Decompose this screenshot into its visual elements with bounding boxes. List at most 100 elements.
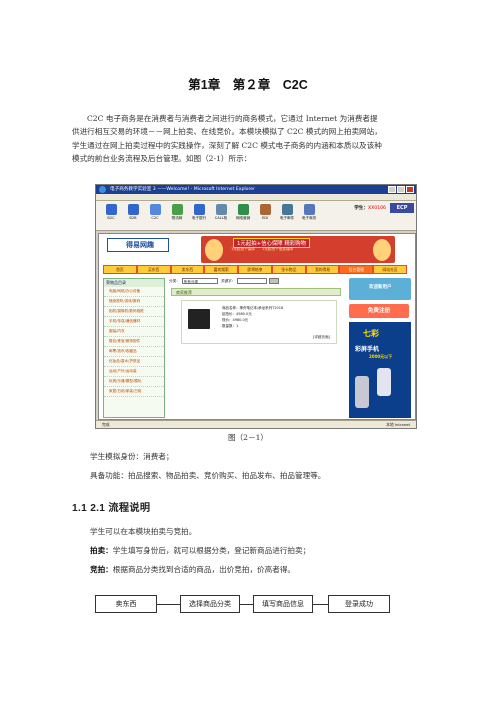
sidebar-category-link[interactable]: 邮票/钱币/收藏品 (104, 347, 164, 357)
site-logo: 得易网趣 (107, 238, 169, 252)
toolbar-item[interactable]: 电子商务 (300, 204, 318, 221)
intro-line: 模式的前台业务流程及后台管理。如图（2-1）所示： (72, 153, 252, 163)
sidebar-category-link[interactable]: 运动/户外/运动装 (104, 367, 164, 377)
sidebar-category-link[interactable]: 服装/内衣 (104, 327, 164, 337)
browser-title-bar: 电子商务教学实验室 3 ——Welcome! - Microsoft Inter… (96, 185, 416, 194)
module-icon (193, 204, 205, 215)
keyword-input[interactable] (237, 278, 268, 284)
module-icon (281, 204, 293, 215)
product-card[interactable]: 商品名称：神舟笔记本/承龙系列T2018 起拍价：4980.0元 现价：4980… (181, 300, 337, 344)
student-info: 学生：XX0106 (354, 205, 386, 211)
category-sidebar: 荣物品目录 电脑/网络/办公设备 随身视听/游戏/数码 相机/摄像机/数码相框 手机/… (103, 278, 165, 418)
ad-title: 七彩 (363, 329, 379, 338)
chapter-title: 第1章 第２章 C2C (188, 78, 308, 92)
ad-price: 2000元以下 (369, 354, 393, 359)
flow-step-category: 选择商品分类 (180, 595, 240, 613)
toolbar-item[interactable]: 电子银行 (190, 204, 208, 221)
role-line: 学生模拟身份：消费者； (90, 452, 174, 461)
sidebar-category-link[interactable]: 家居/日用/家装/日用 (104, 387, 164, 397)
nav-tab[interactable]: 嘉宾搜索 (205, 266, 238, 273)
toolbar-item[interactable]: 物流网 (168, 204, 186, 221)
module-icon (215, 204, 227, 215)
section-heading: 1.1 2.1 流程说明 (72, 503, 151, 514)
sidebar-category-link[interactable]: 鞋包/珠宝/服饰配件 (104, 337, 164, 347)
sidebar-category-link[interactable]: 化妆品/香水/护肤品 (104, 357, 164, 367)
toolbar-item[interactable]: EDI (256, 204, 274, 221)
category-select[interactable]: 所有分类 (181, 278, 218, 284)
laptop-image (188, 309, 210, 329)
maximize-icon (397, 186, 405, 193)
nav-tab[interactable]: 买东西 (137, 266, 170, 273)
welcome-promo[interactable]: 欢迎新用户 (349, 278, 411, 300)
nav-tab[interactable]: 网站社区 (374, 266, 407, 273)
toolbar-item-label: 电子邮件 (279, 216, 295, 220)
module-icon (127, 204, 139, 215)
nav-tab[interactable]: 我的得易 (306, 266, 339, 273)
toolbar-item[interactable]: 电子邮件 (278, 204, 296, 221)
product-info: 商品名称：神舟笔记本/承龙系列T2018 起拍价：4980.0元 现价：4980… (222, 305, 283, 329)
window-controls (388, 186, 414, 193)
browser-status-bar: 完成 本地 Intranet (96, 420, 416, 428)
auction-line: 拍卖：学生填写身份后，就可以根据分类，登记新商品进行拍卖； (90, 545, 310, 556)
toolbar-item[interactable]: CALL柜 (212, 204, 230, 221)
intro-line: C2C 电子商务是在消费者与消费者之间进行的商务模式，它通过 Internet … (87, 114, 378, 123)
sidebar-title: 荣物品目录 (104, 279, 164, 287)
nav-tab[interactable]: 张卡物品 (272, 266, 305, 273)
minimize-icon (388, 186, 396, 193)
nav-tab[interactable]: 后台管理 (340, 266, 373, 273)
module-icon (149, 204, 161, 215)
toolbar-item[interactable]: B2B (124, 204, 142, 221)
bidding-label: 竞拍： (90, 565, 113, 574)
student-label: 学生： (354, 206, 368, 211)
flow-step-info: 填写商品信息 (253, 595, 313, 613)
flow-connector (313, 604, 328, 605)
intro-paragraph: C2C 电子商务是在消费者与消费者之间进行的商务模式，它通过 Internet … (72, 112, 424, 165)
toolbar-item[interactable]: 网络营销 (234, 204, 252, 221)
cartoon-face-icon (373, 239, 391, 261)
bidding-text: 根据商品分类找到合适的商品，出价竞拍，价高者得。 (112, 565, 296, 574)
module-icon (259, 204, 271, 215)
phone-ad[interactable]: 七彩 彩屏手机 2000元以下 (349, 322, 411, 418)
detail-link[interactable]: [详细页面] (313, 335, 330, 340)
sidebar-category-link[interactable]: 随身视听/游戏/数码 (104, 297, 164, 307)
auction-text: 学生填写身份后，就可以根据分类，登记新商品进行拍卖； (112, 546, 311, 555)
phone-image (377, 368, 391, 396)
nav-tab[interactable]: 即将结束 (239, 266, 271, 273)
module-icon (303, 204, 315, 215)
auction-label: 拍卖： (90, 546, 113, 555)
flow-connector (157, 604, 180, 605)
ad-subtitle: 彩屏手机 (355, 346, 380, 353)
toolbar-item[interactable]: C2C (146, 204, 164, 221)
toolbar-icons: B2C B2B C2C 物流网 电子银行 CALL柜 网络营销 EDI 电子邮件 电子商务 (102, 204, 318, 221)
banner-subtext: 1元起拍＋保障 1元起拍＋信息保障 (231, 247, 294, 251)
functions-line: 具备功能：拍品搜索、物品拍卖、竞价购买、拍品发布、拍品管理等。 (90, 471, 326, 480)
c2c-screenshot: 电子商务教学实验室 3 ——Welcome! - Microsoft Inter… (95, 184, 417, 429)
free-register-button[interactable]: 免费注册 (349, 304, 409, 318)
phone-image (355, 376, 369, 408)
keyword-label: 关键字： (220, 279, 236, 283)
toolbar-item-label: 电子商务 (301, 216, 317, 220)
sidebar-category-link[interactable]: 电脑/网络/办公设备 (104, 287, 164, 297)
sidebar-category-link[interactable]: 玩具/乐器/模型/模玩 (104, 377, 164, 387)
student-id: XX0106 (368, 206, 386, 211)
menu-bar (96, 194, 416, 201)
toolbar-item[interactable]: B2C (102, 204, 120, 221)
browser-title: 电子商务教学实验室 3 ——Welcome! - Microsoft Inter… (110, 187, 255, 192)
toolbar-item-label: B2B (129, 216, 137, 220)
ecp-logo: ECP (390, 203, 414, 213)
product-quantity: 数量数：1 (222, 324, 239, 328)
sidebar-category-link[interactable]: 相机/摄像机/数码相框 (104, 307, 164, 317)
module-icon (171, 204, 183, 215)
close-icon (406, 186, 414, 193)
ie-icon (99, 186, 106, 193)
flow-intro: 学生可以在本模块拍卖与竞拍。 (90, 527, 197, 536)
status-zone: 本地 Intranet (386, 422, 410, 427)
bidding-line: 竞拍：根据商品分类找到合适的商品，出价竞拍，价高者得。 (90, 564, 295, 575)
search-button[interactable] (269, 278, 280, 284)
product-section-header: 商家推荐 (171, 288, 341, 296)
sidebar-category-link[interactable]: 手机/传真/通信器材 (104, 317, 164, 327)
flow-step-sell: 卖东西 (95, 595, 157, 613)
nav-tab[interactable]: 首页 (104, 266, 136, 273)
nav-tab[interactable]: 卖东西 (171, 266, 204, 273)
module-icon (105, 204, 117, 215)
